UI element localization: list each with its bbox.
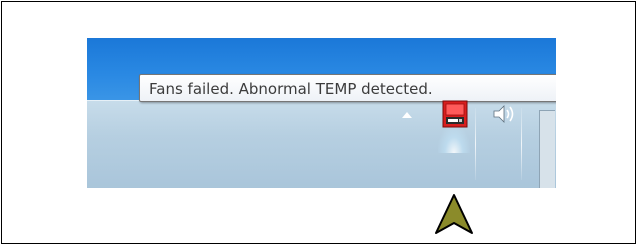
notification-tooltip: Fans failed. Abnormal TEMP detected.: [139, 74, 556, 102]
tray-show-desktop-button[interactable]: [539, 110, 555, 188]
taskbar: [87, 100, 556, 188]
speaker-icon[interactable]: [492, 104, 518, 124]
chevron-up-icon[interactable]: [402, 112, 412, 118]
tooltip-text: Fans failed. Abnormal TEMP detected.: [149, 80, 433, 98]
tray-divider: [521, 108, 522, 180]
hardware-monitor-alert-icon[interactable]: [440, 98, 472, 130]
desktop-area: Fans failed. Abnormal TEMP detected.: [87, 38, 556, 188]
arrow-pointer-icon: [435, 194, 473, 234]
tray-divider: [475, 108, 476, 180]
